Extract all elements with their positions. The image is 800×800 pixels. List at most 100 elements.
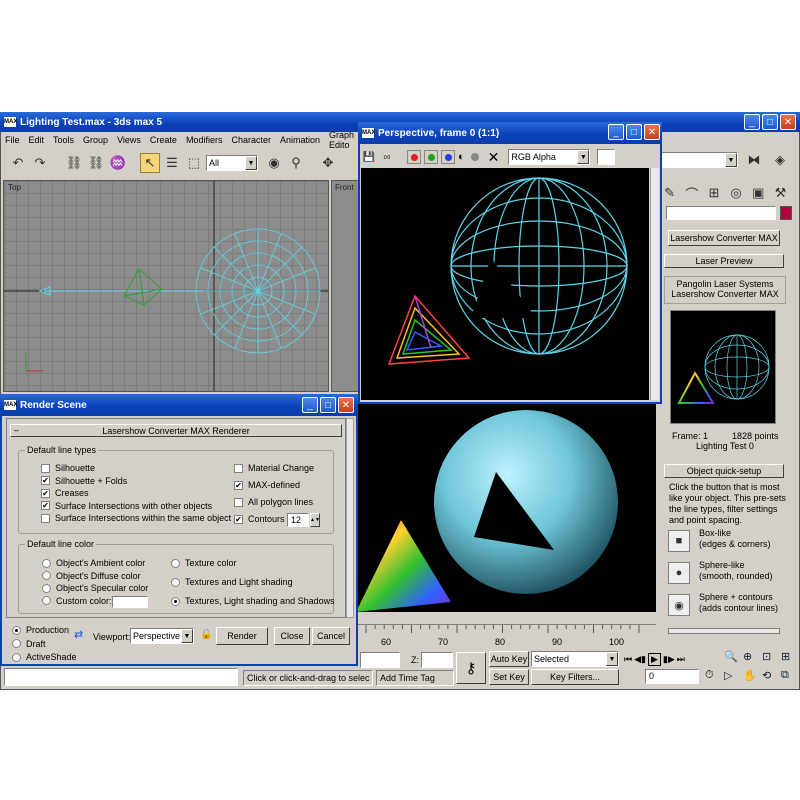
bind-spacewarp-icon[interactable]: ♒	[108, 153, 128, 173]
red-channel-icon[interactable]	[407, 150, 421, 164]
auto-key-button[interactable]: Auto Key	[489, 651, 529, 667]
redo-icon[interactable]: ↷	[30, 153, 50, 173]
render-mode-draft[interactable]: Draft	[12, 639, 46, 649]
radio[interactable]	[171, 558, 180, 568]
radio[interactable]	[12, 625, 21, 635]
previous-frame-icon[interactable]: ◀▮	[634, 654, 646, 665]
preset-1-button[interactable]: ●	[668, 562, 690, 584]
field-of-view-icon[interactable]: ▷	[724, 669, 742, 687]
color-option-right-0[interactable]: Texture color	[171, 558, 237, 568]
quick-setup-rollout[interactable]: Object quick-setup	[664, 464, 784, 478]
close-icon[interactable]: ✕	[780, 114, 796, 130]
move-icon[interactable]: ✥	[318, 153, 338, 173]
color-option-left-0[interactable]: Object's Ambient color	[42, 558, 145, 568]
clone-window-icon[interactable]: ∞	[379, 147, 395, 167]
line-type-left-4[interactable]: Surface Intersections within the same ob…	[41, 513, 231, 523]
line-type-left-1[interactable]: ✔ Silhouette + Folds	[41, 476, 127, 486]
key-filters-button[interactable]: Key Filters...	[531, 669, 619, 685]
lock-icon[interactable]: 🔒	[200, 629, 212, 640]
radio[interactable]	[171, 596, 180, 606]
set-key-button[interactable]: Set Key	[489, 669, 529, 685]
line-type-left-0[interactable]: Silhouette	[41, 463, 95, 473]
monochrome-icon[interactable]	[470, 153, 479, 161]
modify-tab-icon[interactable]: ⌒	[682, 183, 701, 203]
checkbox[interactable]	[234, 463, 243, 473]
command-panel-scrollbar[interactable]	[668, 628, 780, 634]
create-tab-icon[interactable]: ✎	[660, 183, 679, 203]
green-channel-icon[interactable]	[424, 150, 438, 164]
color-option-left-2[interactable]: Object's Specular color	[42, 583, 148, 593]
unlink-icon[interactable]: ⛓	[86, 153, 106, 173]
menu-item-create[interactable]: Create	[150, 135, 177, 145]
save-bitmap-icon[interactable]: 💾	[362, 147, 376, 167]
mirror-icon[interactable]: ⧓	[744, 150, 764, 170]
radio[interactable]	[42, 558, 51, 568]
cancel-button[interactable]: Cancel	[312, 627, 350, 645]
line-type-right-1[interactable]: ✔ MAX-defined	[234, 480, 300, 490]
time-config-icon[interactable]: ⏱	[705, 669, 714, 682]
radio[interactable]	[42, 583, 51, 593]
close-icon[interactable]: ✕	[338, 397, 354, 413]
material-editor-icon[interactable]: ◈	[770, 150, 790, 170]
link-icon[interactable]: ⛓	[64, 153, 84, 173]
color-option-left-1[interactable]: Object's Diffuse color	[42, 571, 141, 581]
select-rotate-icon[interactable]: ⚲	[286, 153, 306, 173]
line-type-left-3[interactable]: ✔ Surface Intersections with other object…	[41, 501, 212, 511]
maximize-icon[interactable]: □	[626, 124, 642, 140]
viewport-dropdown[interactable]: Perspective ▼	[130, 628, 194, 644]
custom-color-swatch[interactable]	[112, 596, 148, 608]
pan-icon[interactable]: ✋	[743, 669, 761, 687]
alpha-channel-icon[interactable]: ◐	[458, 151, 465, 163]
minimize-icon[interactable]: _	[608, 124, 624, 140]
viewport-top[interactable]: Top	[3, 180, 329, 392]
y-coord-field[interactable]	[360, 652, 400, 668]
preset-0-button[interactable]: ■	[668, 530, 690, 552]
go-to-start-icon[interactable]: ⏮	[624, 654, 632, 665]
color-option-right-2[interactable]: Textures, Light shading and Shadows	[171, 596, 335, 606]
line-type-right-2[interactable]: All polygon lines	[234, 497, 313, 507]
maximize-icon[interactable]: □	[320, 397, 336, 413]
maximize-viewport-icon[interactable]: ⧉	[781, 669, 799, 687]
zoom-extents-all-icon[interactable]: ⊞	[781, 650, 799, 668]
radio[interactable]	[171, 577, 180, 587]
checkbox[interactable]	[41, 513, 50, 523]
viewport-front[interactable]: Front	[331, 180, 359, 392]
display-tab-icon[interactable]: ▣	[749, 183, 768, 203]
object-color-swatch[interactable]	[780, 206, 792, 220]
motion-tab-icon[interactable]: ◎	[727, 183, 746, 203]
close-icon[interactable]: ✕	[644, 124, 660, 140]
select-object-icon[interactable]: ↖	[140, 153, 160, 173]
arc-rotate-icon[interactable]: ⟲	[762, 669, 780, 687]
select-by-name-icon[interactable]: ☰	[162, 153, 182, 173]
undo-icon[interactable]: ↶	[8, 153, 28, 173]
menu-item-graph-edito[interactable]: Graph Edito	[329, 130, 360, 150]
zoom-icon[interactable]: 🔍	[724, 650, 742, 668]
viewport-perspective[interactable]	[356, 402, 656, 612]
zoom-extents-icon[interactable]: ⊡	[762, 650, 780, 668]
region-select-icon[interactable]: ⬚	[184, 153, 204, 173]
render-mode-activeshade[interactable]: ActiveShade	[12, 652, 77, 662]
color-option-right-1[interactable]: Textures and Light shading	[171, 577, 293, 587]
checkbox[interactable]: ✔	[234, 514, 243, 524]
blue-channel-icon[interactable]	[441, 150, 455, 164]
select-move-icon[interactable]: ◉	[264, 153, 284, 173]
key-mode-dropdown[interactable]: Selected ▼	[531, 651, 619, 667]
go-to-end-icon[interactable]: ⏭	[677, 654, 685, 665]
minimize-icon[interactable]: _	[302, 397, 318, 413]
menu-item-file[interactable]: File	[5, 135, 20, 145]
menu-item-tools[interactable]: Tools	[53, 135, 74, 145]
utilities-tab-icon[interactable]: ⚒	[771, 183, 790, 203]
checkbox[interactable]: ✔	[234, 480, 243, 490]
current-frame-field[interactable]: 0	[645, 669, 699, 684]
color-option-left-3[interactable]: Custom color:	[42, 596, 112, 606]
render-mode-production[interactable]: Production	[12, 625, 69, 635]
checkbox[interactable]: ✔	[41, 501, 50, 511]
radio[interactable]	[42, 571, 51, 581]
maximize-icon[interactable]: □	[762, 114, 778, 130]
clear-icon[interactable]: ✕	[488, 149, 500, 166]
render-scene-scrollbar[interactable]	[346, 418, 354, 618]
frame-window-scrollbar[interactable]	[650, 168, 659, 400]
set-key-mode-button[interactable]: ⚷	[456, 652, 486, 684]
radio[interactable]	[12, 639, 21, 648]
hierarchy-tab-icon[interactable]: ⊞	[704, 183, 723, 203]
